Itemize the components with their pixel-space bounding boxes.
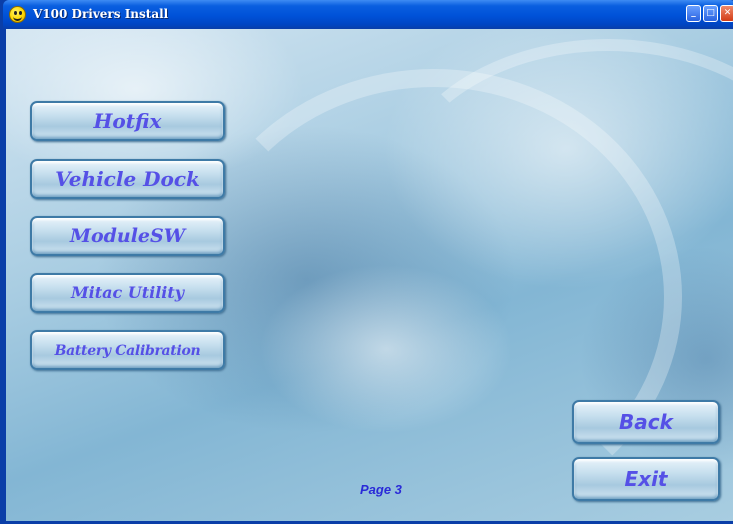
exit-button[interactable]: Exit bbox=[572, 457, 720, 501]
battery-calibration-label: Battery Calibration bbox=[54, 343, 201, 359]
page-indicator: Page 3 bbox=[360, 482, 402, 497]
close-button[interactable]: ✕ bbox=[720, 5, 733, 22]
vehicle-dock-label: Vehicle Dock bbox=[55, 167, 200, 191]
smiley-icon bbox=[9, 6, 26, 23]
window-title: V100 Drivers Install bbox=[33, 7, 169, 21]
hotfix-button[interactable]: Hotfix bbox=[30, 101, 225, 141]
title-bar[interactable]: V100 Drivers Install _ □ ✕ bbox=[3, 0, 733, 29]
modulesw-button[interactable]: ModuleSW bbox=[30, 216, 225, 256]
maximize-button[interactable]: □ bbox=[703, 5, 718, 22]
mitac-utility-button[interactable]: Mitac Utility bbox=[30, 273, 225, 313]
battery-calibration-button[interactable]: Battery Calibration bbox=[30, 330, 225, 370]
back-button[interactable]: Back bbox=[572, 400, 720, 444]
background-panel: Hotfix Vehicle Dock ModuleSW Mitac Utili… bbox=[6, 29, 733, 521]
installer-window: V100 Drivers Install _ □ ✕ Hotfix Vehicl… bbox=[0, 0, 733, 524]
hotfix-label: Hotfix bbox=[93, 109, 162, 133]
minimize-button[interactable]: _ bbox=[686, 5, 701, 22]
mitac-utility-label: Mitac Utility bbox=[70, 283, 185, 302]
vehicle-dock-button[interactable]: Vehicle Dock bbox=[30, 159, 225, 199]
modulesw-label: ModuleSW bbox=[69, 225, 186, 247]
